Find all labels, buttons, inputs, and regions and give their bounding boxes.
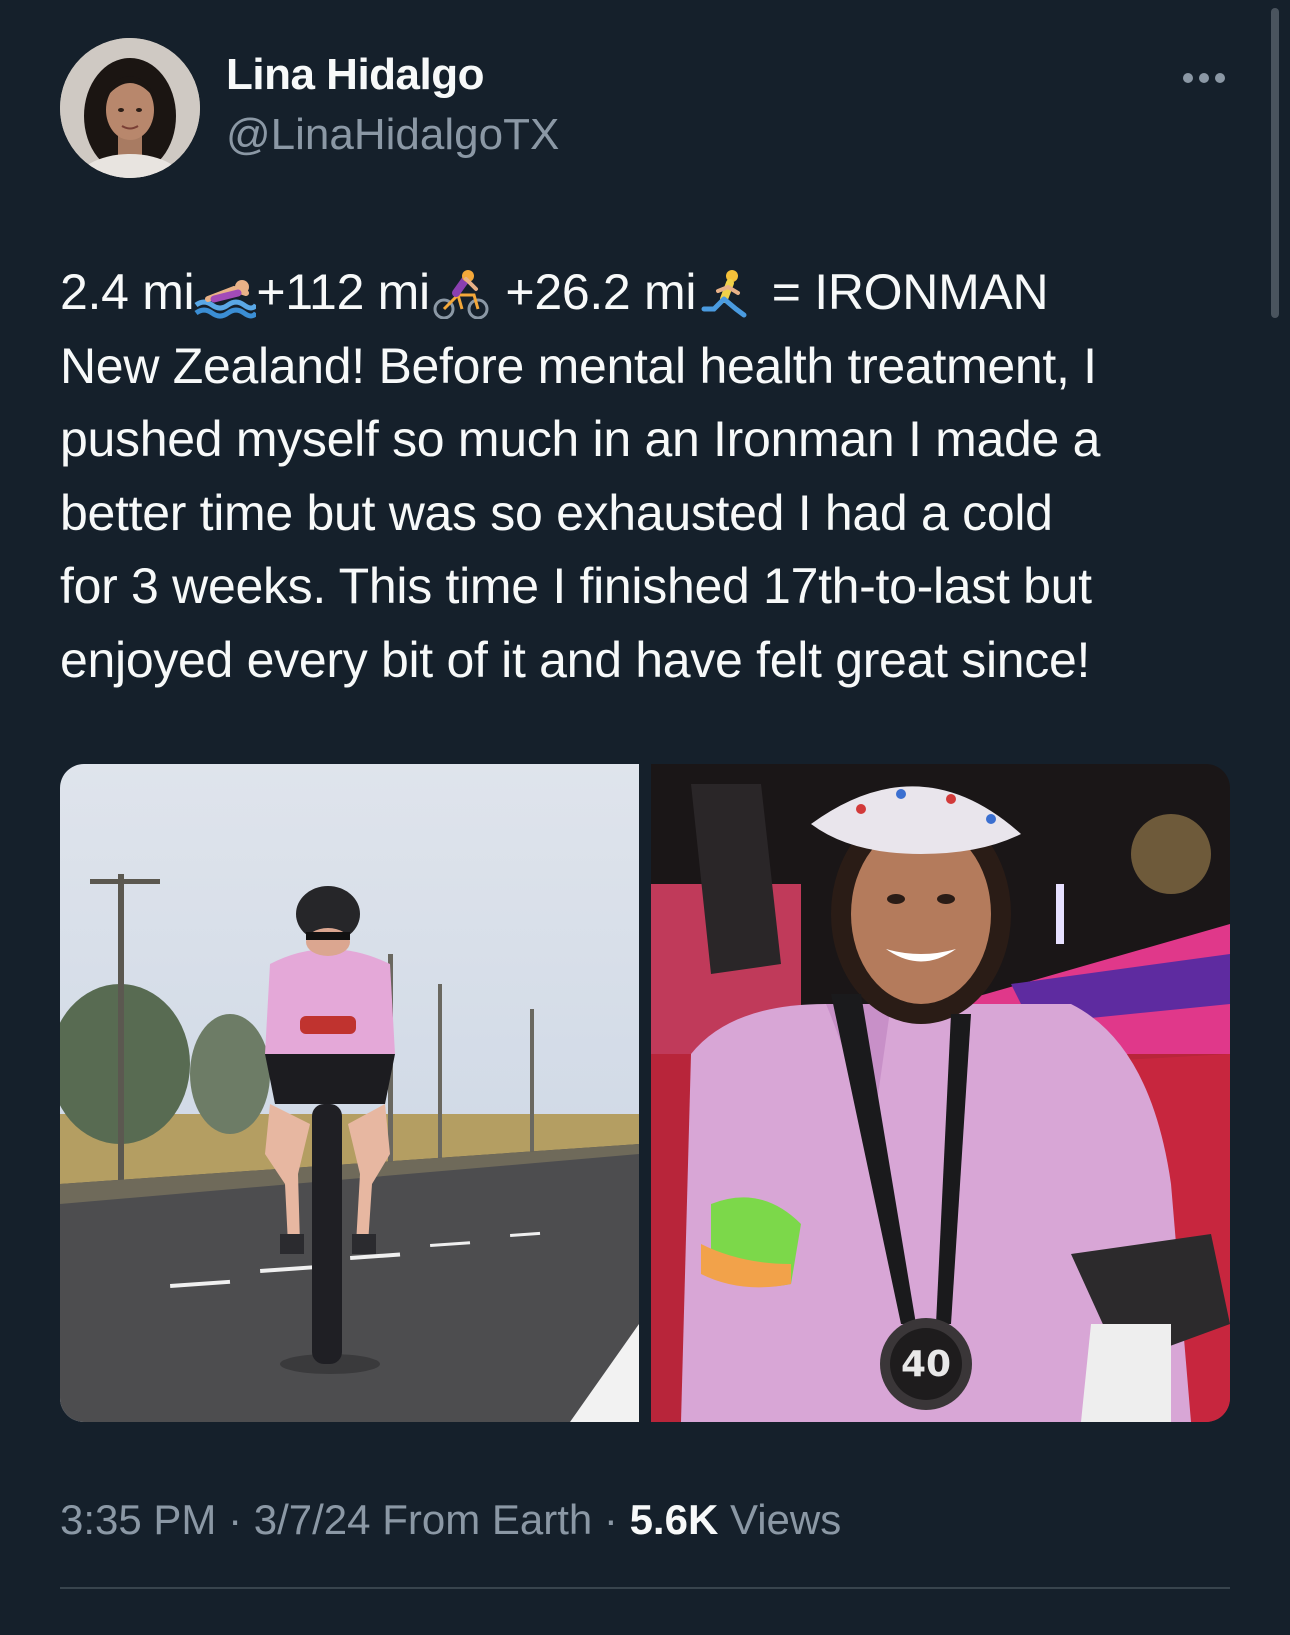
views-label[interactable]: Views [718,1496,841,1543]
views-count[interactable]: 5.6K [630,1496,719,1543]
tweet-text-line: pushed myself so much in an Ironman I ma… [60,411,1101,467]
swimmer-icon [194,280,257,319]
tweet-text-line: 2.4 mi +112 mi +26.2 mi = IRONMAN [60,256,1240,330]
meta-separator: · [216,1496,254,1543]
tweet-time[interactable]: 3:35 PM [60,1496,216,1543]
media-grid: 40 [60,764,1230,1422]
more-options-button[interactable] [1176,60,1232,96]
avatar-image [60,38,200,178]
bike-distance: +112 mi [256,264,430,320]
tweet-text-line: better time but was so exhausted I had a… [60,484,1053,541]
divider [60,1587,1230,1589]
photo-finisher[interactable]: 40 [651,764,1230,1422]
runner-icon [701,270,747,318]
more-dots-icon [1183,73,1225,83]
ironman-text: = IRONMAN [758,264,1049,320]
cyclist-icon [433,270,489,319]
meta-separator: · [592,1496,630,1543]
tweet-date-source[interactable]: 3/7/24 From Earth [254,1496,592,1543]
scrollbar[interactable] [1271,8,1279,318]
username-handle[interactable]: @LinaHidalgoTX [226,110,559,160]
tweet-text-line: enjoyed every bit of it and have felt gr… [60,631,1091,688]
tweet-text-line: New Zealand! Before mental health treatm… [60,337,1097,394]
display-name[interactable]: Lina Hidalgo [226,50,485,100]
tweet-text: 2.4 mi +112 mi +26.2 mi = IRONMAN New Ze… [60,256,1240,697]
cyclist-photo-image [60,764,639,1422]
tweet-text-line: for 3 weeks. This time I finished 17th-t… [60,558,1092,614]
avatar[interactable] [60,38,200,178]
run-distance: +26.2 mi [491,264,697,320]
photo-cyclist[interactable] [60,764,639,1422]
finisher-photo-image: 40 [651,764,1230,1422]
swim-distance: 2.4 mi [60,264,195,320]
tweet-meta: 3:35 PM · 3/7/24 From Earth · 5.6K Views [60,1496,841,1544]
medal-number: 40 [901,1344,951,1385]
